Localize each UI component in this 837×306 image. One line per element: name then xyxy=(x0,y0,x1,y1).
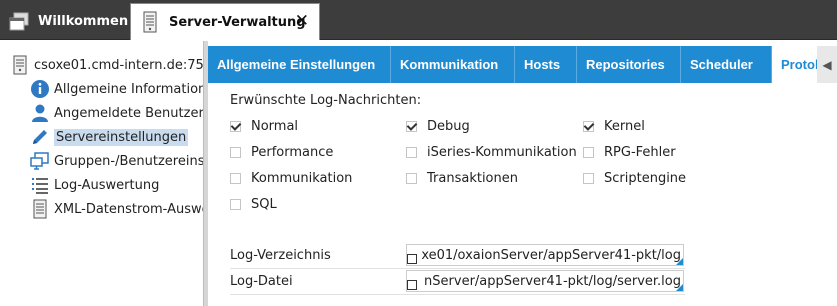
log-verzeichnis-label: Log-Verzeichnis xyxy=(230,248,331,263)
tab-label: Allgemeine Einstellungen xyxy=(217,57,376,72)
tree-item-allgemeine-informationen[interactable]: Allgemeine Informationen xyxy=(30,78,203,100)
pencil-icon xyxy=(30,127,50,147)
checkbox-box[interactable] xyxy=(230,121,241,132)
window-tab-bar: Willkommen Server-Verwaltung ✕ xyxy=(0,0,837,40)
tab-protokoll[interactable]: Protokoll xyxy=(772,46,817,83)
checkbox-box[interactable] xyxy=(406,147,417,158)
checkbox-iseries-kommunikation[interactable]: iSeries-Kommunikation xyxy=(406,145,577,160)
checkbox-box[interactable] xyxy=(583,121,594,132)
checkbox-normal[interactable]: Normal xyxy=(230,119,298,134)
tree-item-gruppen-benutzereinstellungen[interactable]: Gruppen-/Benutzereinstellungen xyxy=(30,150,203,172)
server-icon xyxy=(139,11,161,33)
navigation-tree: csoxe01.cmd-intern.de:75 Allgemeine Info… xyxy=(0,41,203,306)
tree-item-label: Angemeldete Benutzer xyxy=(54,105,203,121)
link-icon xyxy=(407,254,417,264)
field-indicator-icon xyxy=(676,258,683,265)
checkbox-sql[interactable]: SQL xyxy=(230,197,277,212)
checkbox-label: Normal xyxy=(251,119,299,134)
info-icon xyxy=(30,79,50,99)
log-list-icon xyxy=(30,175,50,195)
tab-label: Kommunikation xyxy=(400,57,499,72)
tab-label: Server-Verwaltung xyxy=(169,14,306,30)
window-icon xyxy=(8,11,30,33)
checkbox-label: iSeries-Kommunikation xyxy=(427,145,577,160)
checkbox-box[interactable] xyxy=(230,173,241,184)
checkbox-label: Kommunikation xyxy=(251,171,353,186)
log-messages-heading: Erwünschte Log-Nachrichten: xyxy=(230,93,422,108)
tree-root-label: csoxe01.cmd-intern.de:75 xyxy=(34,57,203,73)
tree-item-label: Log-Auswertung xyxy=(54,177,160,193)
server-icon xyxy=(10,55,30,75)
tab-repositories[interactable]: Repositories xyxy=(577,46,681,83)
tree-item-xml-datenstrom-auswertung[interactable]: XML-Datenstrom-Auswertung xyxy=(30,198,203,220)
checkbox-transaktionen[interactable]: Transaktionen xyxy=(406,171,518,186)
tab-allgemeine-einstellungen[interactable]: Allgemeine Einstellungen xyxy=(208,46,391,83)
checkbox-performance[interactable]: Performance xyxy=(230,145,333,160)
checkbox-box[interactable] xyxy=(583,173,594,184)
link-icon xyxy=(407,280,417,290)
tab-label: Hosts xyxy=(524,57,561,72)
tab-willkommen[interactable]: Willkommen xyxy=(0,3,128,40)
checkbox-label: RPG-Fehler xyxy=(604,145,676,160)
field-indicator-icon xyxy=(676,284,683,291)
protokoll-settings-form: Erwünschte Log-Nachrichten: Normal Debug… xyxy=(208,83,837,306)
tab-kommunikation[interactable]: Kommunikation xyxy=(391,46,515,83)
checkbox-rpg-fehler[interactable]: RPG-Fehler xyxy=(583,145,676,160)
tree-item-label: Servereinstellungen xyxy=(54,128,189,146)
tab-scheduler[interactable]: Scheduler xyxy=(681,46,772,83)
checkbox-scriptengine[interactable]: Scriptengine xyxy=(583,171,686,186)
log-verzeichnis-input[interactable]: xe01/oxaionServer/appServer41-pkt/log xyxy=(406,244,684,266)
checkbox-box[interactable] xyxy=(230,199,241,210)
checkbox-label: SQL xyxy=(251,197,277,212)
tree-item-label: Allgemeine Informationen xyxy=(54,81,203,97)
tab-label: Scheduler xyxy=(690,57,753,72)
checkbox-box[interactable] xyxy=(406,121,417,132)
tree-root-server[interactable]: csoxe01.cmd-intern.de:75 xyxy=(10,54,203,76)
tree-item-label: Gruppen-/Benutzereinstellungen xyxy=(54,153,203,169)
tab-label: Repositories xyxy=(586,57,665,72)
close-icon[interactable]: ✕ xyxy=(295,13,309,30)
log-verzeichnis-value: xe01/oxaionServer/appServer41-pkt/log xyxy=(421,247,681,263)
checkbox-kernel[interactable]: Kernel xyxy=(583,119,645,134)
log-datei-value: nServer/appServer41-pkt/log/server.log xyxy=(424,273,681,289)
log-datei-row: Log-Datei nServer/appServer41-pkt/log/se… xyxy=(230,270,685,295)
tab-scroll-left-button[interactable]: ◀ xyxy=(817,46,837,83)
tab-hosts[interactable]: Hosts xyxy=(515,46,577,83)
checkbox-box[interactable] xyxy=(406,173,417,184)
checkbox-label: Kernel xyxy=(604,119,645,134)
tree-item-servereinstellungen[interactable]: Servereinstellungen xyxy=(30,126,189,148)
chevron-left-icon: ◀ xyxy=(822,57,832,72)
user-icon xyxy=(30,103,50,123)
tree-item-label: XML-Datenstrom-Auswertung xyxy=(54,201,203,217)
checkbox-debug[interactable]: Debug xyxy=(406,119,470,134)
tab-label: Protokoll xyxy=(781,57,817,72)
checkbox-box[interactable] xyxy=(583,147,594,158)
checkbox-kommunikation[interactable]: Kommunikation xyxy=(230,171,352,186)
tree-item-angemeldete-benutzer[interactable]: Angemeldete Benutzer xyxy=(30,102,203,124)
settings-tab-bar: Allgemeine Einstellungen Kommunikation H… xyxy=(208,46,837,83)
tab-server-verwaltung[interactable]: Server-Verwaltung ✕ xyxy=(130,3,320,40)
tab-label: Willkommen xyxy=(38,14,129,29)
checkbox-label: Performance xyxy=(251,145,334,160)
checkbox-label: Debug xyxy=(427,119,470,134)
checkbox-label: Scriptengine xyxy=(604,171,687,186)
checkbox-label: Transaktionen xyxy=(427,171,518,186)
log-datei-input[interactable]: nServer/appServer41-pkt/log/server.log xyxy=(406,270,684,292)
checkbox-box[interactable] xyxy=(230,147,241,158)
log-verzeichnis-row: Log-Verzeichnis xe01/oxaionServer/appSer… xyxy=(230,244,685,269)
monitor-icon xyxy=(30,151,50,171)
document-icon xyxy=(30,199,50,219)
log-datei-label: Log-Datei xyxy=(230,274,293,289)
tree-item-log-auswertung[interactable]: Log-Auswertung xyxy=(30,174,159,196)
